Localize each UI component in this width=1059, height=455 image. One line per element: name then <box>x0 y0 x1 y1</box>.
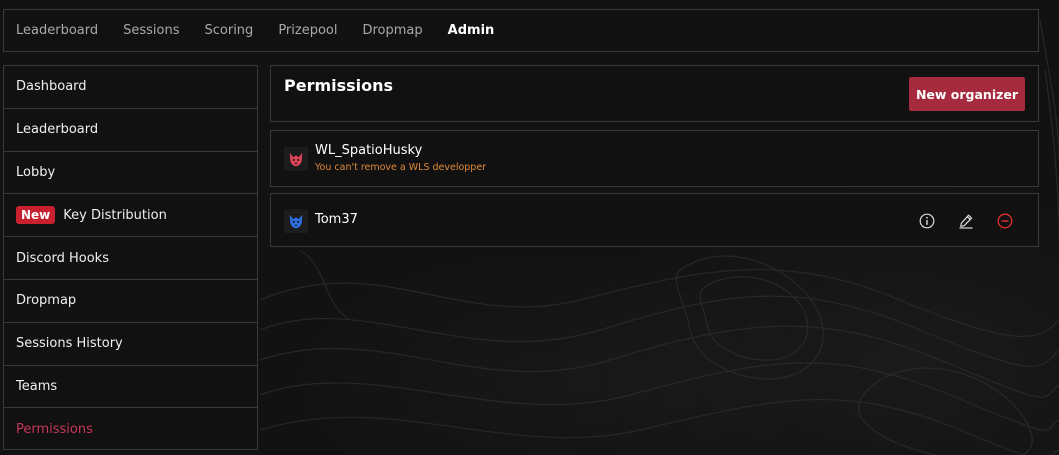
sidebar-item-discord-hooks[interactable]: Discord Hooks <box>4 237 257 280</box>
sidebar-item-sessions-history[interactable]: Sessions History <box>4 323 257 366</box>
husky-mascot-icon <box>289 152 303 167</box>
organizer-row: Tom37 <box>270 193 1039 247</box>
admin-sidebar: Dashboard Leaderboard Lobby New Key Dist… <box>3 65 258 450</box>
sidebar-item-dashboard[interactable]: Dashboard <box>4 66 257 109</box>
remove-icon <box>997 213 1013 229</box>
sidebar-item-label: Discord Hooks <box>16 250 109 266</box>
sidebar-item-label: Lobby <box>16 164 56 180</box>
edit-button[interactable] <box>956 211 976 231</box>
nav-dropmap[interactable]: Dropmap <box>362 23 422 38</box>
sidebar-item-dropmap[interactable]: Dropmap <box>4 280 257 323</box>
new-badge: New <box>16 206 56 225</box>
nav-scoring[interactable]: Scoring <box>205 23 254 38</box>
sidebar-item-key-distribution[interactable]: New Key Distribution <box>4 194 257 238</box>
top-navigation: Leaderboard Sessions Scoring Prizepool D… <box>3 9 1039 52</box>
page-title: Permissions <box>284 76 394 95</box>
edit-icon <box>959 214 973 229</box>
new-organizer-button[interactable]: New organizer <box>909 77 1025 111</box>
sidebar-item-label: Key Distribution <box>63 207 167 223</box>
sidebar-item-lobby[interactable]: Lobby <box>4 152 257 195</box>
info-icon <box>919 213 935 229</box>
info-button[interactable] <box>917 211 937 231</box>
nav-admin[interactable]: Admin <box>448 23 495 38</box>
sidebar-item-label: Leaderboard <box>16 122 99 138</box>
sidebar-item-teams[interactable]: Teams <box>4 366 257 409</box>
sidebar-item-label: Teams <box>16 378 58 394</box>
husky-mascot-icon <box>289 214 303 229</box>
permissions-header: Permissions New organizer <box>270 65 1039 122</box>
sidebar-item-permissions[interactable]: Permissions <box>4 408 257 451</box>
sidebar-item-label: Dropmap <box>16 293 77 309</box>
sidebar-item-leaderboard[interactable]: Leaderboard <box>4 109 257 152</box>
avatar <box>284 209 308 233</box>
organizer-name: WL_SpatioHusky <box>315 143 423 158</box>
nav-sessions[interactable]: Sessions <box>123 23 179 38</box>
organizer-warning: You can't remove a WLS developper <box>315 162 487 173</box>
sidebar-item-label: Dashboard <box>16 79 87 95</box>
remove-button[interactable] <box>995 211 1015 231</box>
nav-leaderboard[interactable]: Leaderboard <box>16 23 98 38</box>
sidebar-item-label: Sessions History <box>16 336 123 352</box>
avatar <box>284 147 308 171</box>
nav-prizepool[interactable]: Prizepool <box>278 23 337 38</box>
organizer-name: Tom37 <box>315 212 358 227</box>
organizer-row: WL_SpatioHusky You can't remove a WLS de… <box>270 130 1039 187</box>
sidebar-item-label: Permissions <box>16 422 93 438</box>
